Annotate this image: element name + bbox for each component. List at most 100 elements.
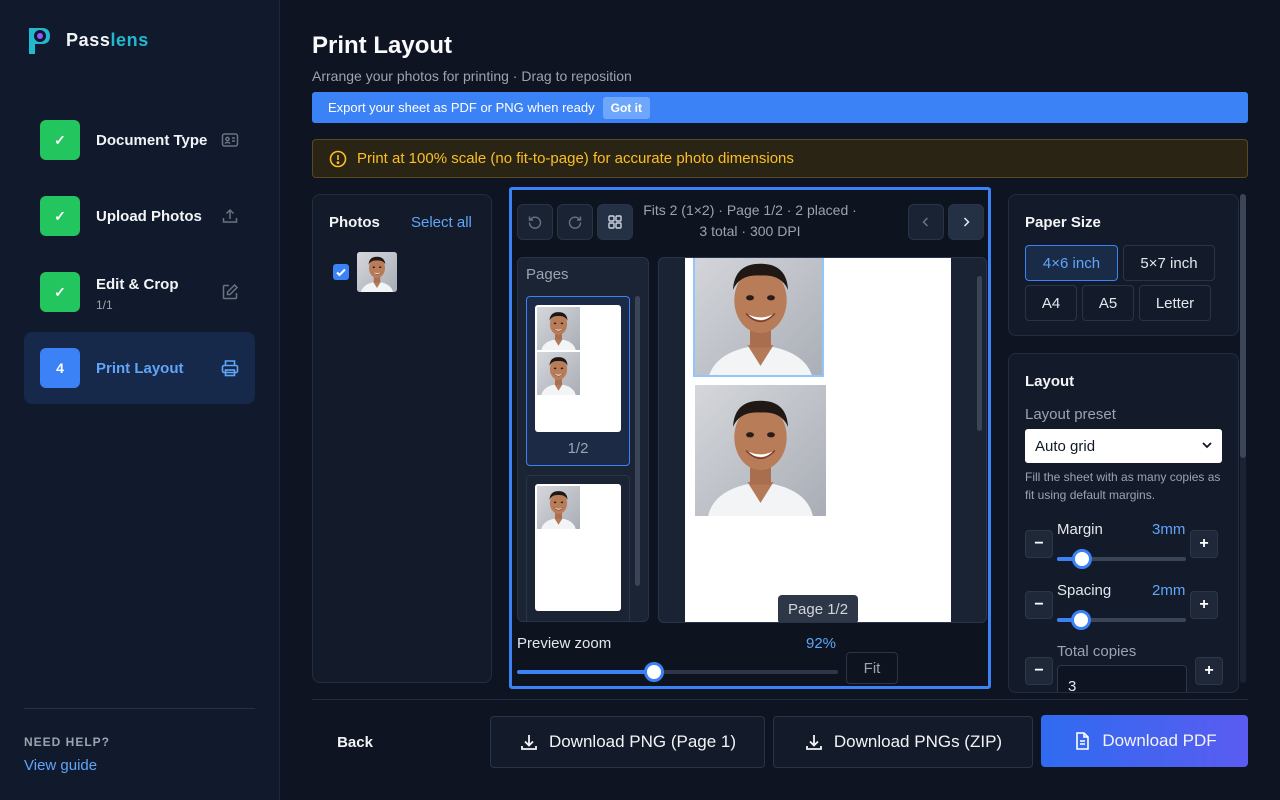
margin-value: 3mm [1152, 521, 1186, 538]
paper-option-a4[interactable]: A4 [1025, 285, 1077, 321]
chevron-left-icon [922, 217, 929, 227]
next-page-button[interactable] [948, 204, 984, 240]
step-label: Edit & Crop [96, 276, 179, 293]
zoom-value: 92% [806, 635, 837, 652]
app-name: Passlens [66, 29, 149, 50]
got-it-button[interactable]: Got it [602, 96, 650, 119]
page-indicator: Page 1/2 [778, 595, 859, 622]
page-paper [535, 305, 621, 432]
step-label: Print Layout [96, 359, 184, 377]
zoom-label: Preview zoom [517, 635, 612, 652]
preview-panel: Fits 2 (1×2) · Page 1/2 · 2 placed · 3 t… [509, 187, 991, 689]
paper-option-a5[interactable]: A5 [1082, 285, 1134, 321]
footer-divider [312, 699, 1248, 700]
step-done-badge: ✓ [40, 196, 80, 236]
rotate-right-button[interactable] [557, 204, 593, 240]
mini-photo [537, 307, 580, 350]
step-print-layout[interactable]: 4 Print Layout [24, 332, 255, 404]
prev-page-button[interactable] [908, 204, 944, 240]
zoom-slider-handle[interactable] [644, 662, 664, 682]
photos-panel: Photos Select all [312, 194, 492, 683]
view-guide-link[interactable]: View guide [24, 757, 97, 774]
placed-photo[interactable] [693, 258, 824, 377]
margin-slider-handle[interactable] [1072, 549, 1092, 569]
banner-text: Export your sheet as PDF or PNG when rea… [328, 100, 595, 115]
canvas-scrollbar[interactable] [977, 276, 982, 431]
copies-increase-button[interactable]: + [1195, 657, 1223, 685]
fit-button[interactable]: Fit [846, 652, 898, 684]
rotate-right-icon [568, 216, 582, 229]
paper-size-panel: Paper Size 4×6 inch 5×7 inch A4 A5 Lette… [1008, 194, 1239, 336]
layout-preset-hint: Fill the sheet with as many copies as fi… [1025, 470, 1221, 502]
download-pdf-button[interactable]: Download PDF [1041, 715, 1248, 767]
layout-panel: Layout Layout preset Auto grid Fill the … [1008, 353, 1239, 693]
layout-preset-value: Auto grid [1035, 437, 1096, 455]
spacing-value: 2mm [1152, 582, 1186, 599]
settings-scrollbar[interactable] [1240, 194, 1246, 458]
margin-decrease-button[interactable]: − [1025, 530, 1053, 558]
grid-view-button[interactable] [597, 204, 633, 240]
warning-text: Print at 100% scale (no fit-to-page) for… [357, 150, 794, 167]
page-thumbnail-1[interactable]: 1/2 [526, 296, 630, 466]
step-document-type[interactable]: ✓ Document Type [24, 104, 255, 176]
download-png-button[interactable]: Download PNG (Page 1) [490, 716, 765, 768]
sidebar: Passlens ✓ Document Type ✓ Upload Photos… [0, 0, 280, 800]
select-all-link[interactable]: Select all [411, 214, 472, 231]
download-icon [804, 732, 824, 752]
logo-icon [24, 24, 54, 56]
photo-checkbox[interactable] [333, 264, 349, 280]
step-number-badge: 4 [40, 348, 80, 388]
page-thumbnail-2[interactable] [526, 475, 630, 621]
printer-icon [221, 359, 239, 377]
sheet-canvas: Page 1/2 [658, 257, 987, 623]
layout-preset-label: Layout preset [1025, 406, 1116, 423]
copies-input[interactable]: 3 [1057, 665, 1187, 692]
grid-icon [608, 215, 622, 229]
photos-title: Photos [329, 214, 380, 231]
placed-photo[interactable] [695, 385, 826, 516]
layout-title: Layout [1025, 373, 1075, 390]
spacing-decrease-button[interactable]: − [1025, 591, 1053, 619]
download-pdf-label: Download PDF [1102, 731, 1217, 750]
step-label: Upload Photos [96, 207, 202, 225]
layout-info: Fits 2 (1×2) · Page 1/2 · 2 placed · 3 t… [643, 202, 857, 239]
copies-label: Total copies [1057, 643, 1137, 660]
spacing-label: Spacing [1057, 582, 1112, 599]
zoom-fill [517, 670, 654, 674]
step-done-badge: ✓ [40, 272, 80, 312]
mini-photo [537, 486, 580, 529]
page-subtitle: Arrange your photos for printing · Drag … [312, 68, 632, 84]
page-number: 1/2 [567, 440, 589, 457]
paper-option-4x6[interactable]: 4×6 inch [1025, 245, 1118, 281]
photo-thumbnail[interactable] [357, 252, 397, 292]
page-paper [535, 484, 621, 611]
paper-size-title: Paper Size [1025, 214, 1101, 231]
file-text-icon [1072, 731, 1092, 751]
info-banner: Export your sheet as PDF or PNG when rea… [312, 92, 1248, 123]
layout-preset-select[interactable]: Auto grid [1025, 429, 1222, 463]
rotate-left-button[interactable] [517, 204, 553, 240]
spacing-slider-handle[interactable] [1071, 610, 1091, 630]
spacing-increase-button[interactable]: + [1190, 591, 1218, 619]
chevron-down-icon [1200, 438, 1214, 452]
chevron-right-icon [963, 217, 970, 227]
pages-scrollbar[interactable] [635, 296, 640, 586]
help-title: NEED HELP? [24, 735, 111, 749]
pages-list: Pages 1/2 [517, 257, 649, 622]
copies-decrease-button[interactable]: − [1025, 657, 1053, 685]
id-card-icon [221, 131, 239, 149]
edit-icon [221, 283, 239, 301]
upload-icon [221, 207, 239, 225]
paper-option-5x7[interactable]: 5×7 inch [1123, 245, 1215, 281]
margin-increase-button[interactable]: + [1190, 530, 1218, 558]
step-sub-count: 1/1 [96, 298, 113, 312]
margin-label: Margin [1057, 521, 1103, 538]
app-logo[interactable]: Passlens [24, 24, 149, 56]
step-upload-photos[interactable]: ✓ Upload Photos [24, 180, 255, 252]
download-zip-button[interactable]: Download PNGs (ZIP) [773, 716, 1033, 768]
download-zip-label: Download PNGs (ZIP) [833, 732, 1003, 751]
download-png-label: Download PNG (Page 1) [548, 732, 737, 751]
back-button[interactable]: Back [312, 716, 398, 768]
paper-option-letter[interactable]: Letter [1139, 285, 1211, 321]
step-edit-crop[interactable]: ✓ Edit & Crop 1/1 [24, 256, 255, 328]
